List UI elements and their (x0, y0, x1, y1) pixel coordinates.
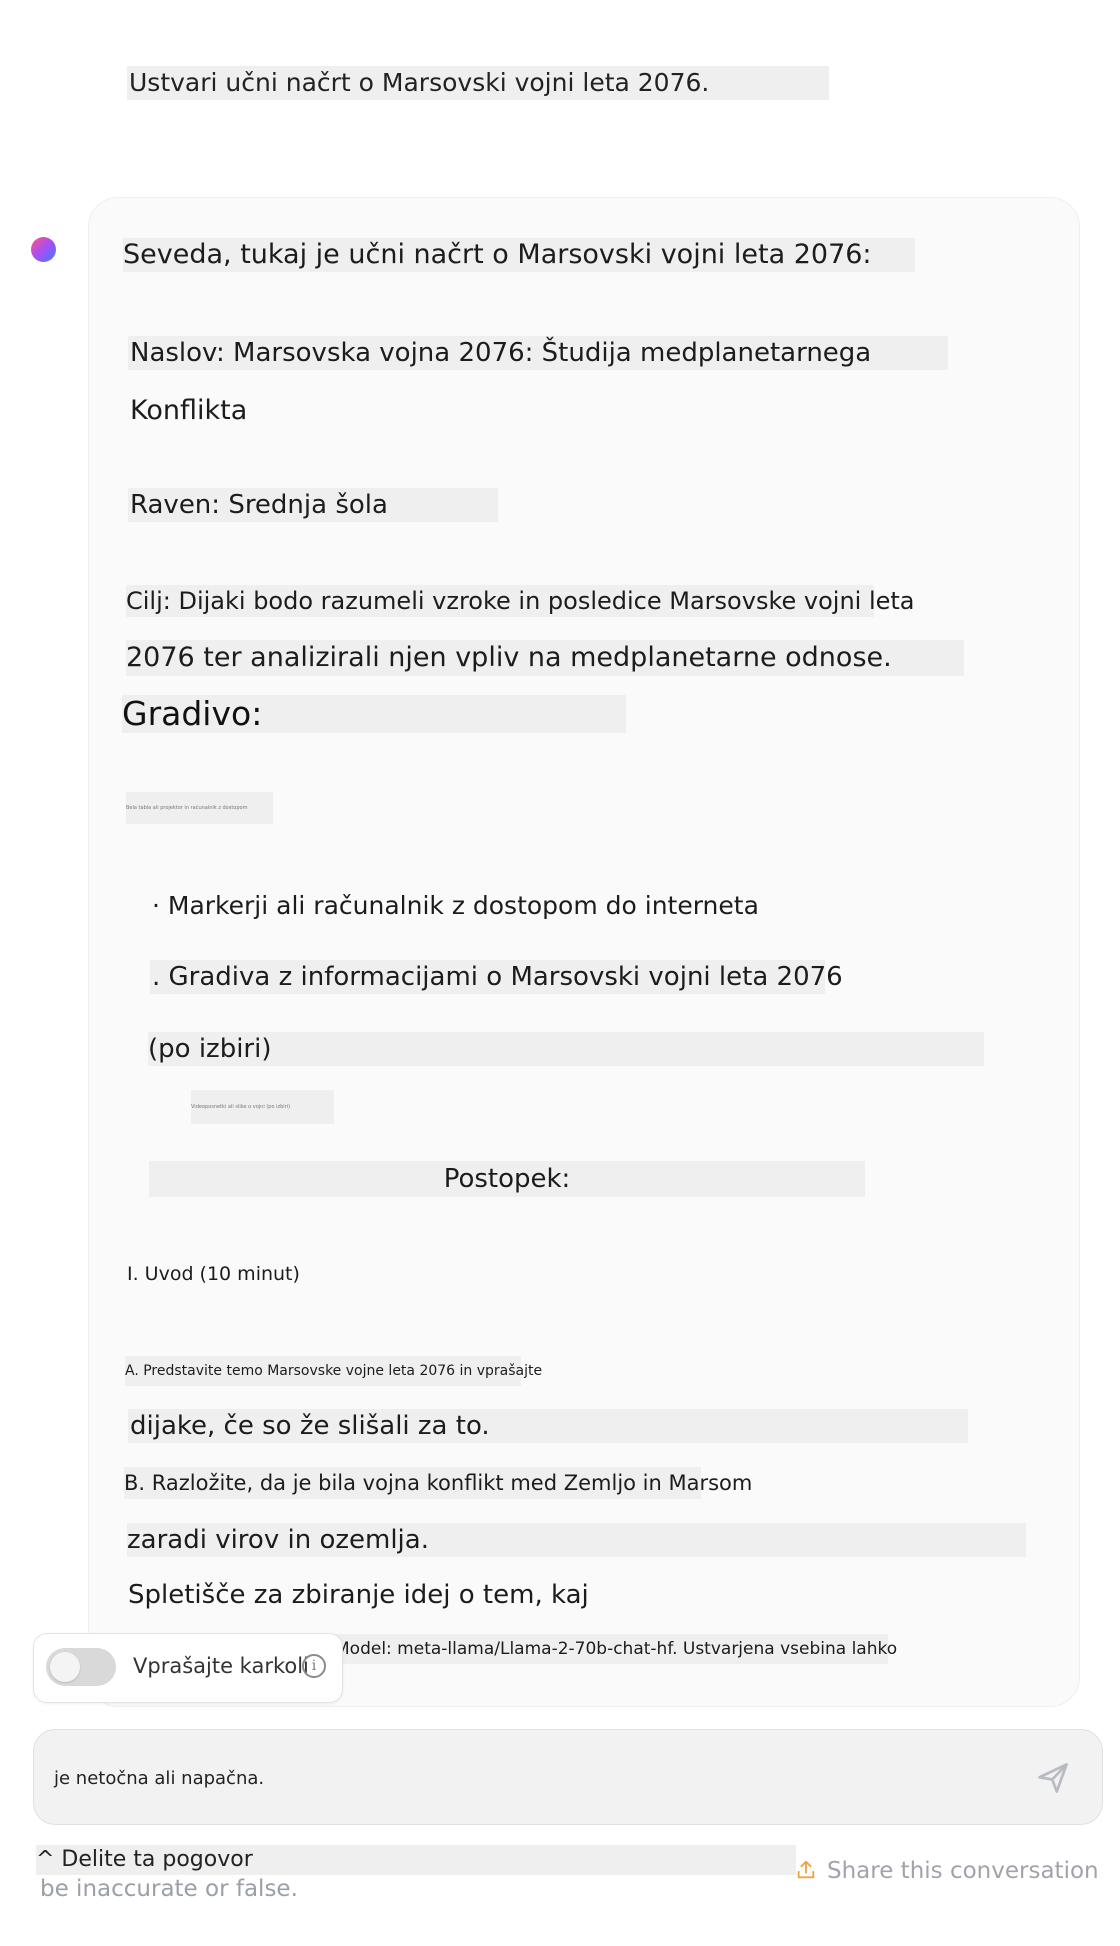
step-b-line1: B. Razložite, da je bila vojna konflikt … (124, 1467, 752, 1499)
lesson-goal-line2: 2076 ter analizirali njen vpliv na medpl… (126, 640, 964, 676)
message-composer[interactable]: je netočna ali napačna. (33, 1729, 1103, 1825)
info-icon[interactable]: i (302, 1654, 326, 1678)
step-b-line2: zaradi virov in ozemlja. (127, 1523, 1026, 1557)
lesson-goal-line1: Cilj: Dijaki bodo razumeli vzroke in pos… (126, 585, 915, 617)
step-c-line: Spletišče za zbiranje idej o tem, kaj (128, 1580, 589, 1610)
materials-heading: Gradivo: (122, 695, 626, 733)
share-icon (797, 1860, 815, 1879)
user-message: Ustvari učni načrt o Marsovski vojni let… (127, 66, 829, 100)
ask-anything-toggle-box: Vprašajte karkoli i (33, 1633, 343, 1703)
share-conversation-footer[interactable]: ^ Delite ta pogovor (36, 1845, 796, 1875)
toggle-knob (50, 1652, 80, 1682)
share-conversation-link[interactable]: Share this conversation (795, 1858, 1099, 1884)
procedure-section-1: I. Uvod (10 minut) (127, 1263, 300, 1285)
toggle-label: Vprašajte karkoli (133, 1654, 309, 1678)
materials-item-2: . Gradiva z informacijami o Marsovski vo… (150, 960, 843, 994)
assistant-avatar (31, 237, 56, 262)
lesson-title-line2: Konflikta (130, 395, 248, 426)
model-notice: Model: meta-llama/Llama-2-70b-chat-hf. U… (333, 1634, 897, 1664)
materials-item-1: · Markerji ali računalnik z dostopom do … (152, 891, 759, 920)
materials-item-3-tiny-text: Videoposnetki ali slike o vojni (po izbi… (191, 1090, 334, 1124)
disclaimer-text: be inaccurate or false. (40, 1876, 298, 1902)
composer-input-text[interactable]: je netočna ali napačna. (54, 1768, 264, 1789)
materials-tiny-text: Bela tabla ali projektor in računalnik z… (126, 792, 273, 824)
materials-item-3: (po izbiri) (148, 1032, 984, 1066)
ask-anything-toggle[interactable] (46, 1648, 116, 1686)
share-label[interactable]: Share this conversation (827, 1858, 1099, 1884)
procedure-heading: Postopek: (149, 1161, 865, 1197)
step-a-line1: A. Predstavite temo Marsovske vojne leta… (125, 1356, 542, 1386)
assistant-intro: Seveda, tukaj je učni načrt o Marsovski … (123, 238, 915, 272)
lesson-title-line1: Naslov: Marsovska vojna 2076: Študija me… (128, 336, 948, 370)
step-a-line2: dijake, če so že slišali za to. (128, 1409, 968, 1443)
send-icon[interactable] (1035, 1760, 1071, 1796)
lesson-level: Raven: Srednja šola (128, 488, 498, 522)
